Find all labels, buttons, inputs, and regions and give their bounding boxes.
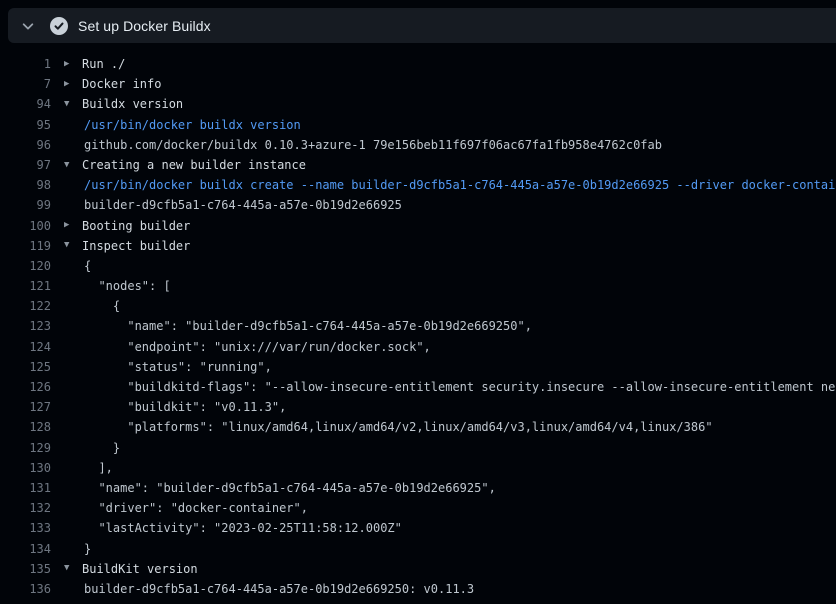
line-number[interactable]: 7	[0, 74, 51, 94]
group-label: Booting builder	[82, 216, 190, 236]
step-header[interactable]: Set up Docker Buildx	[8, 8, 836, 43]
log-line: 134}	[0, 539, 836, 559]
line-number[interactable]: 122	[0, 296, 51, 316]
output-text: "name": "builder-d9cfb5a1-c764-445a-a57e…	[84, 316, 532, 336]
log-line: 136 builder-d9cfb5a1-c764-445a-a57e-0b19d…	[0, 579, 836, 599]
chevron-down-icon[interactable]	[21, 19, 35, 33]
output-text: "status": "running",	[84, 357, 272, 377]
output-text: github.com/docker/buildx 0.10.3+azure-1 …	[84, 135, 662, 155]
log-line[interactable]: 1 ▶Run ./	[0, 54, 836, 74]
log-line: 133 "lastActivity": "2023-02-25T11:58:12…	[0, 518, 836, 538]
log-line: 125 "status": "running",	[0, 357, 836, 377]
output-text: "nodes": [	[84, 276, 171, 296]
line-number[interactable]: 135	[0, 559, 51, 579]
group-label: BuildKit version	[82, 559, 198, 579]
line-number[interactable]: 99	[0, 195, 51, 215]
group-label: Inspect builder	[82, 236, 190, 256]
group-label: Docker info	[82, 74, 161, 94]
group-collapsed-icon[interactable]: ▶	[64, 221, 82, 230]
output-text: {	[84, 256, 91, 276]
log-line: 126 "buildkitd-flags": "--allow-insecure…	[0, 377, 836, 397]
log-line: 122 {	[0, 296, 836, 316]
log-line: 131 "name": "builder-d9cfb5a1-c764-445a-…	[0, 478, 836, 498]
output-text: }	[84, 438, 120, 458]
step-title: Set up Docker Buildx	[78, 18, 211, 34]
line-number[interactable]: 97	[0, 155, 51, 175]
line-number[interactable]: 95	[0, 115, 51, 135]
log-line: 95/usr/bin/docker buildx version	[0, 115, 836, 135]
line-number[interactable]: 134	[0, 539, 51, 559]
group-collapsed-icon[interactable]: ▶	[64, 60, 82, 69]
log-line: 98/usr/bin/docker buildx create --name b…	[0, 175, 836, 195]
line-number[interactable]: 123	[0, 316, 51, 336]
line-number[interactable]: 121	[0, 276, 51, 296]
success-check-icon	[50, 17, 68, 35]
line-number[interactable]: 124	[0, 337, 51, 357]
output-text: builder-d9cfb5a1-c764-445a-a57e-0b19d2e6…	[84, 579, 474, 599]
group-label: Buildx version	[82, 94, 183, 114]
log-line: 121 "nodes": [	[0, 276, 836, 296]
output-text: "platforms": "linux/amd64,linux/amd64/v2…	[84, 417, 713, 437]
line-number[interactable]: 136	[0, 579, 51, 599]
line-number[interactable]: 133	[0, 518, 51, 538]
line-number[interactable]: 120	[0, 256, 51, 276]
output-text: "driver": "docker-container",	[84, 498, 308, 518]
group-expanded-icon[interactable]: ▼	[64, 161, 82, 170]
line-number[interactable]: 94	[0, 94, 51, 114]
output-text: {	[84, 296, 120, 316]
log-line[interactable]: 97 ▼Creating a new builder instance	[0, 155, 836, 175]
line-number[interactable]: 98	[0, 175, 51, 195]
log-line: 127 "buildkit": "v0.11.3",	[0, 397, 836, 417]
output-text: "endpoint": "unix:///var/run/docker.sock…	[84, 337, 431, 357]
command-text: /usr/bin/docker buildx version	[84, 115, 301, 135]
group-collapsed-icon[interactable]: ▶	[64, 80, 82, 89]
group-expanded-icon[interactable]: ▼	[64, 100, 82, 109]
line-number[interactable]: 130	[0, 458, 51, 478]
log-output: 1▶Run ./7▶Docker info94▼Buildx version95…	[0, 43, 836, 599]
log-line[interactable]: 100 ▶Booting builder	[0, 216, 836, 236]
log-line[interactable]: 135 ▼BuildKit version	[0, 559, 836, 579]
group-expanded-icon[interactable]: ▼	[64, 564, 82, 573]
log-line: 96 github.com/docker/buildx 0.10.3+azure-…	[0, 135, 836, 155]
log-line[interactable]: 7 ▶Docker info	[0, 74, 836, 94]
line-number[interactable]: 128	[0, 417, 51, 437]
output-text: }	[84, 539, 91, 559]
line-number[interactable]: 132	[0, 498, 51, 518]
group-expanded-icon[interactable]: ▼	[64, 241, 82, 250]
log-line: 120 {	[0, 256, 836, 276]
output-text: "lastActivity": "2023-02-25T11:58:12.000…	[84, 518, 402, 538]
line-number[interactable]: 131	[0, 478, 51, 498]
group-label: Run ./	[82, 54, 125, 74]
output-text: "buildkitd-flags": "--allow-insecure-ent…	[84, 377, 836, 397]
output-text: "name": "builder-d9cfb5a1-c764-445a-a57e…	[84, 478, 496, 498]
command-text: /usr/bin/docker buildx create --name bui…	[84, 175, 836, 195]
line-number[interactable]: 125	[0, 357, 51, 377]
output-text: ],	[84, 458, 113, 478]
log-line[interactable]: 94 ▼Buildx version	[0, 94, 836, 114]
group-label: Creating a new builder instance	[82, 155, 306, 175]
log-line: 123 "name": "builder-d9cfb5a1-c764-445a-…	[0, 316, 836, 336]
line-number[interactable]: 126	[0, 377, 51, 397]
log-line: 129 }	[0, 438, 836, 458]
line-number[interactable]: 96	[0, 135, 51, 155]
log-line: 128 "platforms": "linux/amd64,linux/amd6…	[0, 417, 836, 437]
log-line: 132 "driver": "docker-container",	[0, 498, 836, 518]
output-text: "buildkit": "v0.11.3",	[84, 397, 286, 417]
log-line: 130 ],	[0, 458, 836, 478]
line-number[interactable]: 119	[0, 236, 51, 256]
log-line: 124 "endpoint": "unix:///var/run/docker.…	[0, 337, 836, 357]
log-line: 99 builder-d9cfb5a1-c764-445a-a57e-0b19d2…	[0, 195, 836, 215]
log-line[interactable]: 119 ▼Inspect builder	[0, 236, 836, 256]
line-number[interactable]: 129	[0, 438, 51, 458]
line-number[interactable]: 127	[0, 397, 51, 417]
log-viewer: Set up Docker Buildx 1▶Run ./7▶Docker in…	[0, 8, 836, 599]
line-number[interactable]: 1	[0, 54, 51, 74]
output-text: builder-d9cfb5a1-c764-445a-a57e-0b19d2e6…	[84, 195, 402, 215]
line-number[interactable]: 100	[0, 216, 51, 236]
